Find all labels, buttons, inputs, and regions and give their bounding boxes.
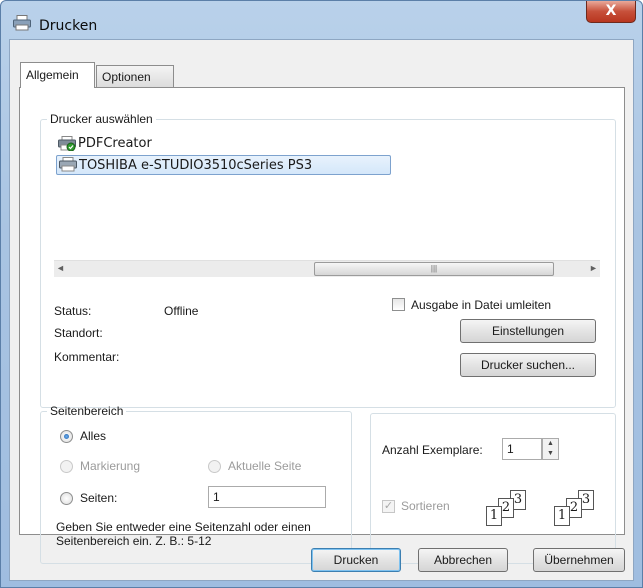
print-to-file-checkbox[interactable]: [392, 298, 405, 311]
printer-list[interactable]: PDFCreator TOSHIBA e-STUDIO3510cSeries P…: [54, 130, 584, 260]
tab-label: Allgemein: [26, 68, 79, 82]
checkmark-icon: ✓: [383, 500, 394, 512]
find-printer-button[interactable]: Drucker suchen...: [460, 353, 596, 377]
printer-name: PDFCreator: [78, 136, 152, 151]
copies-input-value: 1: [507, 442, 514, 456]
copies-spinner[interactable]: ▲ ▼: [542, 438, 559, 460]
print-dialog: Drucken X Allgemein Optionen Drucker aus…: [0, 0, 643, 588]
printer-icon: [13, 15, 31, 31]
pages-input-value: 1: [213, 490, 220, 504]
spin-down-icon[interactable]: ▼: [543, 449, 558, 459]
collate-page: 1: [486, 506, 502, 526]
scroll-right-icon[interactable]: ►: [589, 263, 598, 273]
radio-pages-label[interactable]: Seiten:: [80, 491, 117, 505]
print-button[interactable]: Drucken: [311, 548, 401, 572]
print-button-label: Drucken: [333, 553, 379, 567]
printer-default-icon: [58, 136, 76, 151]
collate-page: 1: [554, 506, 570, 526]
comment-label: Kommentar:: [54, 350, 120, 364]
copies-input[interactable]: 1: [502, 438, 542, 460]
printer-list-scrollbar[interactable]: ◄ ||| ►: [54, 260, 600, 277]
printer-item-pdfcreator[interactable]: PDFCreator: [56, 134, 356, 154]
pages-input[interactable]: 1: [208, 486, 326, 508]
copies-group: [370, 413, 616, 564]
collate-checkbox[interactable]: ✓: [382, 500, 395, 513]
scroll-left-icon[interactable]: ◄: [56, 263, 65, 273]
collate-illustration-1: 3 2 1: [482, 490, 542, 538]
spin-up-icon[interactable]: ▲: [543, 439, 558, 449]
close-button[interactable]: X: [586, 1, 636, 23]
find-printer-button-label: Drucker suchen...: [480, 358, 576, 372]
tab-allgemein[interactable]: Allgemein: [20, 62, 95, 88]
close-icon: X: [605, 3, 617, 19]
apply-button-label: Übernehmen: [544, 553, 614, 567]
window-title: Drucken: [39, 18, 98, 34]
radio-current-page[interactable]: [208, 460, 221, 473]
status-label: Status:: [54, 304, 92, 318]
title-bar[interactable]: Drucken X: [1, 1, 642, 39]
print-to-file-label[interactable]: Ausgabe in Datei umleiten: [411, 298, 551, 312]
scroll-thumb[interactable]: |||: [314, 262, 554, 276]
location-label: Standort:: [54, 326, 103, 340]
radio-selection-label[interactable]: Markierung: [80, 459, 140, 473]
settings-button-label: Einstellungen: [491, 324, 565, 338]
radio-current-page-label[interactable]: Aktuelle Seite: [228, 459, 301, 473]
tab-optionen[interactable]: Optionen: [96, 65, 174, 87]
printer-item-toshiba[interactable]: TOSHIBA e-STUDIO3510cSeries PS3: [56, 155, 391, 175]
status-value: Offline: [164, 304, 199, 318]
collate-illustration-2: 3 2 1: [550, 490, 610, 538]
printer-name: TOSHIBA e-STUDIO3510cSeries PS3: [79, 158, 313, 173]
apply-button[interactable]: Übernehmen: [533, 548, 625, 572]
radio-all[interactable]: [60, 430, 73, 443]
tab-page-general: Drucker auswählen PDFCreator TOSHIBA e-S…: [19, 87, 625, 564]
cancel-button-label: Abbrechen: [433, 553, 493, 567]
page-range-hint: Geben Sie entweder eine Seitenzahl oder …: [56, 520, 311, 548]
collate-label[interactable]: Sortieren: [401, 499, 450, 513]
tab-label: Optionen: [102, 70, 151, 84]
copies-label: Anzahl Exemplare:: [382, 443, 483, 457]
settings-button[interactable]: Einstellungen: [460, 319, 596, 343]
scroll-grip-icon: |||: [430, 264, 438, 273]
dialog-client-area: Allgemein Optionen Drucker auswählen PDF…: [9, 39, 634, 581]
page-range-legend: Seitenbereich: [50, 404, 124, 418]
printer-icon: [59, 157, 77, 172]
radio-pages[interactable]: [60, 492, 73, 505]
radio-selection[interactable]: [60, 460, 73, 473]
radio-all-label[interactable]: Alles: [80, 429, 106, 443]
cancel-button[interactable]: Abbrechen: [418, 548, 508, 572]
printer-group-legend: Drucker auswählen: [50, 112, 153, 126]
